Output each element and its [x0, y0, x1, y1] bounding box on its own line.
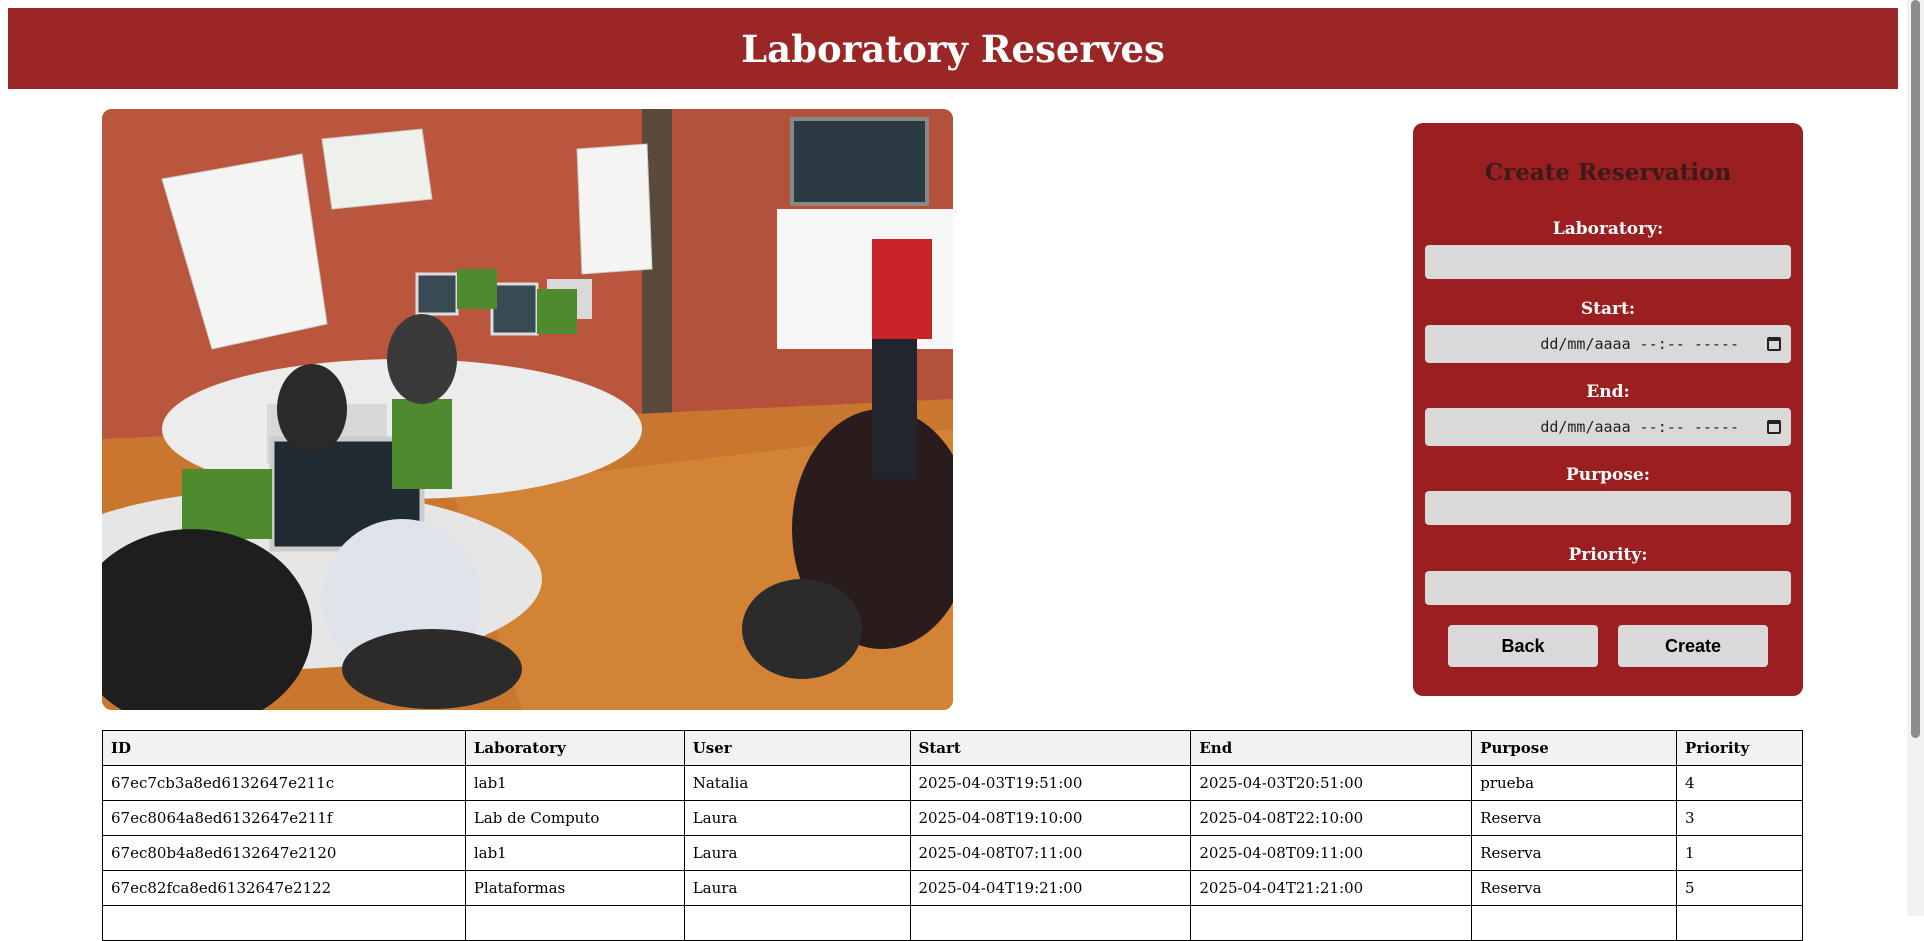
cell-start: 2025-04-03T19:51:00 [909, 765, 1192, 801]
cell-laboratory: lab1 [464, 765, 685, 801]
cell-user: Laura [683, 800, 911, 836]
end-datetime-placeholder: dd/mm/aaaa --:-- ----- [1540, 418, 1739, 436]
priority-label: Priority: [1568, 545, 1648, 565]
column-header-user: User [683, 730, 911, 766]
column-header-purpose: Purpose [1471, 730, 1678, 766]
cell-user: Laura [683, 835, 911, 871]
lab-photo [102, 109, 953, 710]
table-row [102, 905, 1803, 941]
cell-end [1190, 905, 1473, 941]
back-button[interactable]: Back [1448, 625, 1598, 667]
end-label: End: [1586, 382, 1630, 402]
form-title: Create Reservation [1484, 159, 1732, 186]
cell-end: 2025-04-08T22:10:00 [1190, 800, 1473, 836]
cell-end: 2025-04-08T09:11:00 [1190, 835, 1473, 871]
cell-laboratory [464, 905, 685, 941]
table-header-row: ID Laboratory User Start End Purpose Pri… [102, 730, 1803, 766]
cell-start: 2025-04-08T07:11:00 [909, 835, 1192, 871]
create-button[interactable]: Create [1618, 625, 1768, 667]
page-title: Laboratory Reserves [741, 26, 1165, 71]
cell-user [683, 905, 911, 941]
table-row: 67ec8064a8ed6132647e211f Lab de Computo … [102, 800, 1803, 836]
cell-end: 2025-04-03T20:51:00 [1190, 765, 1473, 801]
purpose-input[interactable] [1425, 491, 1791, 525]
cell-id [102, 905, 466, 941]
cell-start: 2025-04-04T19:21:00 [909, 870, 1192, 906]
vertical-scrollbar[interactable] [1907, 0, 1924, 916]
page-header: Laboratory Reserves [8, 8, 1898, 89]
column-header-priority: Priority [1676, 730, 1803, 766]
cell-id: 67ec7cb3a8ed6132647e211c [102, 765, 466, 801]
cell-priority [1676, 905, 1803, 941]
cell-priority: 1 [1676, 835, 1803, 871]
cell-start [909, 905, 1192, 941]
cell-laboratory: Lab de Computo [464, 800, 685, 836]
cell-laboratory: lab1 [464, 835, 685, 871]
cell-priority: 3 [1676, 800, 1803, 836]
cell-id: 67ec8064a8ed6132647e211f [102, 800, 466, 836]
end-datetime-input[interactable]: dd/mm/aaaa --:-- ----- [1425, 408, 1791, 446]
column-header-end: End [1190, 730, 1473, 766]
cell-priority: 5 [1676, 870, 1803, 906]
calendar-icon[interactable] [1767, 420, 1781, 434]
start-datetime-placeholder: dd/mm/aaaa --:-- ----- [1540, 335, 1739, 353]
cell-id: 67ec80b4a8ed6132647e2120 [102, 835, 466, 871]
laboratory-input[interactable] [1425, 245, 1791, 279]
cell-start: 2025-04-08T19:10:00 [909, 800, 1192, 836]
cell-laboratory: Plataformas [464, 870, 685, 906]
calendar-icon[interactable] [1767, 337, 1781, 351]
cell-id: 67ec82fca8ed6132647e2122 [102, 870, 466, 906]
create-reservation-form: Create Reservation Laboratory: Start: dd… [1413, 123, 1803, 696]
cell-purpose: prueba [1471, 765, 1678, 801]
start-datetime-input[interactable]: dd/mm/aaaa --:-- ----- [1425, 325, 1791, 363]
scrollbar-thumb[interactable] [1911, 0, 1920, 738]
table-row: 67ec82fca8ed6132647e2122 Plataformas Lau… [102, 870, 1803, 906]
start-label: Start: [1580, 299, 1636, 319]
cell-user: Natalia [683, 765, 911, 801]
purpose-label: Purpose: [1566, 465, 1650, 485]
column-header-start: Start [909, 730, 1192, 766]
cell-purpose [1471, 905, 1678, 941]
cell-user: Laura [683, 870, 911, 906]
reservations-table: ID Laboratory User Start End Purpose Pri… [102, 730, 1803, 941]
table-row: 67ec7cb3a8ed6132647e211c lab1 Natalia 20… [102, 765, 1803, 801]
cell-priority: 4 [1676, 765, 1803, 801]
table-row: 67ec80b4a8ed6132647e2120 lab1 Laura 2025… [102, 835, 1803, 871]
cell-end: 2025-04-04T21:21:00 [1190, 870, 1473, 906]
cell-purpose: Reserva [1471, 835, 1678, 871]
column-header-laboratory: Laboratory [464, 730, 685, 766]
priority-input[interactable] [1425, 571, 1791, 605]
column-header-id: ID [102, 730, 466, 766]
cell-purpose: Reserva [1471, 800, 1678, 836]
cell-purpose: Reserva [1471, 870, 1678, 906]
laboratory-label: Laboratory: [1552, 219, 1664, 239]
